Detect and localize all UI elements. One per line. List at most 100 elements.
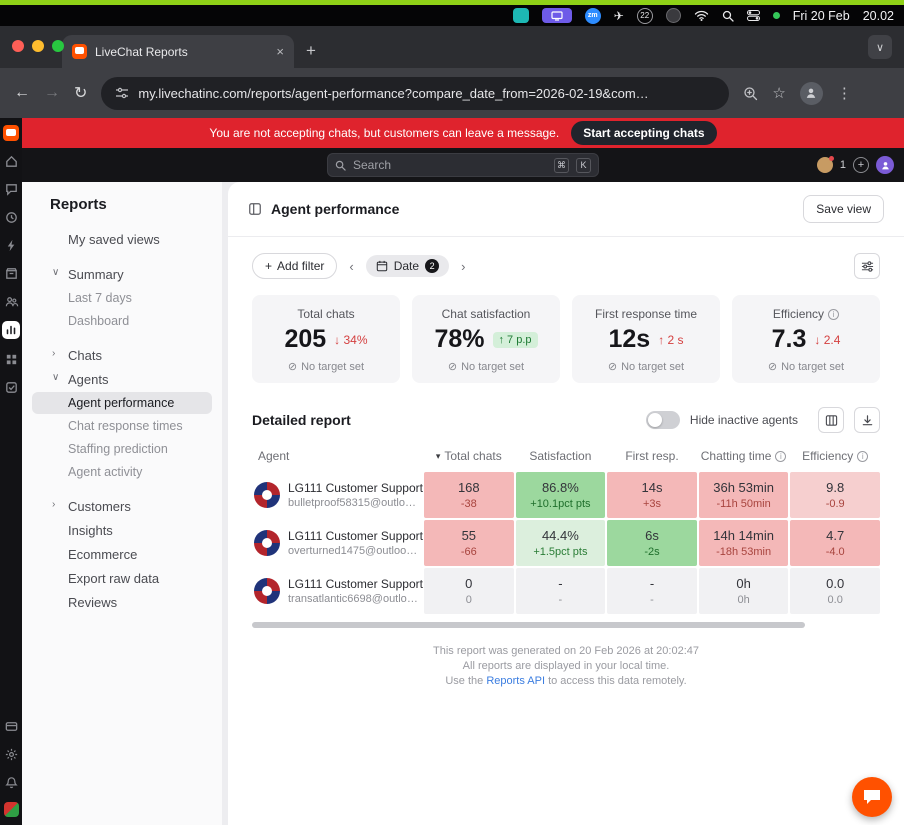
table-row: LG111 Customer Support 01 overturned1475… (252, 520, 880, 566)
column-first-resp[interactable]: First resp. (607, 449, 697, 463)
wifi-icon[interactable] (694, 10, 709, 21)
column-total-chats[interactable]: ▾ Total chats (424, 449, 514, 463)
back-button[interactable]: ← (14, 84, 30, 102)
sidebar-item-last-7-days[interactable]: Last 7 days (32, 287, 212, 309)
zoom-page-icon[interactable] (743, 86, 758, 101)
availability-banner: You are not accepting chats, but custome… (22, 118, 904, 148)
spotlight-search-icon[interactable] (722, 10, 734, 22)
hide-inactive-agents-toggle[interactable] (645, 411, 680, 429)
livechat-widget-button[interactable] (852, 777, 892, 817)
sidebar-item-agents[interactable]: ∨ Agents (32, 368, 212, 391)
browser-menu-icon[interactable]: ⋮ (837, 84, 852, 102)
notifications-bell-icon[interactable] (3, 774, 19, 790)
reports-api-link[interactable]: Reports API (486, 675, 545, 687)
agent-email: transatlantic6698@outlook.com (288, 593, 422, 605)
tab-search-button[interactable]: ∨ (868, 35, 892, 59)
agent-cell: LG111 Customer Support 01 overturned1475… (252, 520, 440, 566)
telegram-menubar-icon[interactable]: ✈ (614, 9, 624, 23)
archives-icon[interactable] (3, 265, 19, 281)
apps-icon[interactable] (3, 351, 19, 367)
sidebar-item-chats[interactable]: › Chats (32, 344, 212, 367)
invite-agent-button[interactable]: + (853, 157, 869, 173)
address-bar[interactable]: my.livechatinc.com/reports/agent-perform… (101, 76, 730, 110)
first-resp-cell: 14s +3s (607, 472, 697, 518)
reports-icon[interactable] (2, 321, 20, 339)
profile-avatar[interactable] (876, 156, 894, 174)
menubar-date[interactable]: Fri 20 Feb (793, 9, 850, 23)
main-area: Agent performance Save view + Add filter … (222, 182, 904, 825)
efficiency-cell: 0.0 0.0 (790, 568, 880, 614)
global-search[interactable]: ⌘ K (327, 153, 599, 177)
new-tab-button[interactable]: + (306, 41, 316, 61)
sidebar-item-insights[interactable]: Insights (32, 519, 212, 542)
menubar-clock[interactable]: 20.02 (863, 9, 894, 23)
metric-chat-satisfaction: Chat satisfaction 78% ↑ 7 p.p ⊘ No target … (412, 295, 560, 383)
info-icon[interactable]: i (775, 450, 787, 462)
column-satisfaction[interactable]: Satisfaction (516, 449, 606, 463)
sidebar-item-dashboard[interactable]: Dashboard (32, 310, 212, 332)
sidebar-title: Reports (50, 196, 107, 213)
badge-22-menubar-icon[interactable]: 22 (636, 7, 653, 24)
report-footer: This report was generated on 20 Feb 2026… (252, 644, 880, 689)
sidebar-item-chat-response-times[interactable]: Chat response times (32, 415, 212, 437)
manage-columns-button[interactable] (818, 407, 844, 433)
date-next-button[interactable]: › (457, 257, 469, 276)
zoom-window-button[interactable] (52, 40, 64, 52)
browser-tab[interactable]: LiveChat Reports × (62, 35, 294, 68)
sidebar-item-agent-performance[interactable]: Agent performance (32, 392, 212, 414)
api-note: Use the Reports API to access this data … (445, 675, 687, 687)
date-prev-button[interactable]: ‹ (345, 257, 357, 276)
sidebar-item-customers[interactable]: › Customers (32, 495, 212, 518)
browser-profile-avatar[interactable] (799, 81, 823, 105)
settings-gear-icon[interactable] (3, 746, 19, 762)
sidebar-item-staffing-prediction[interactable]: Staffing prediction (32, 438, 212, 460)
column-agent[interactable]: Agent (252, 449, 422, 463)
app-menubar-icon[interactable] (665, 8, 681, 23)
info-icon[interactable]: i (857, 450, 869, 462)
table-row: LG111 Customer Support 02 bulletproof583… (252, 472, 880, 518)
report-header: Agent performance Save view (228, 182, 904, 237)
tickets-icon[interactable] (3, 379, 19, 395)
date-filter-chip[interactable]: Date 2 (365, 255, 450, 277)
reload-button[interactable]: ↻ (74, 83, 87, 103)
sidebar-item-my-saved-views[interactable]: My saved views (32, 228, 212, 251)
sidebar-item-agent-activity[interactable]: Agent activity (32, 461, 212, 483)
forward-button[interactable]: → (44, 84, 60, 102)
billing-icon[interactable] (3, 718, 19, 734)
minimize-window-button[interactable] (32, 40, 44, 52)
automation-icon[interactable] (3, 237, 19, 253)
chatting-time-cell: 14h 14min -18h 53min (698, 520, 789, 566)
close-window-button[interactable] (12, 40, 24, 52)
column-chatting-time[interactable]: Chatting time i (699, 449, 789, 463)
control-center-icon[interactable] (746, 10, 760, 21)
sidebar-item-summary[interactable]: ∨ Summary (32, 263, 212, 286)
home-icon[interactable] (3, 153, 19, 169)
webex-menubar-icon[interactable] (512, 8, 529, 23)
sidebar-item-reviews[interactable]: Reviews (32, 591, 212, 614)
add-filter-button[interactable]: + Add filter (252, 253, 338, 279)
engage-icon[interactable] (3, 209, 19, 225)
search-input[interactable] (353, 158, 547, 172)
app-right-column: You are not accepting chats, but custome… (22, 118, 904, 825)
site-controls-icon[interactable] (115, 87, 129, 99)
tab-close-icon[interactable]: × (276, 44, 284, 59)
tab-title: LiveChat Reports (95, 44, 188, 59)
start-accepting-chats-button[interactable]: Start accepting chats (571, 121, 717, 145)
agent-avatar (254, 578, 280, 604)
livechat-logo[interactable] (3, 125, 19, 141)
chats-icon[interactable] (3, 181, 19, 197)
download-report-button[interactable] (854, 407, 880, 433)
agent-avatar[interactable] (816, 156, 834, 173)
sidebar-item-ecommerce[interactable]: Ecommerce (32, 543, 212, 566)
screen-sharing-indicator-icon[interactable] (541, 8, 572, 23)
info-icon[interactable]: i (828, 308, 840, 320)
sidebar-item-export-raw-data[interactable]: Export raw data (32, 567, 212, 590)
workspace-avatar[interactable] (3, 802, 19, 817)
bookmark-star-icon[interactable]: ☆ (772, 84, 785, 102)
save-view-button[interactable]: Save view (803, 195, 884, 223)
horizontal-scrollbar-thumb[interactable] (252, 622, 805, 628)
zoom-menubar-icon[interactable]: zm (584, 7, 601, 24)
column-efficiency[interactable]: Efficiency i (790, 449, 880, 463)
contacts-icon[interactable] (3, 293, 19, 309)
report-settings-button[interactable] (854, 253, 880, 279)
